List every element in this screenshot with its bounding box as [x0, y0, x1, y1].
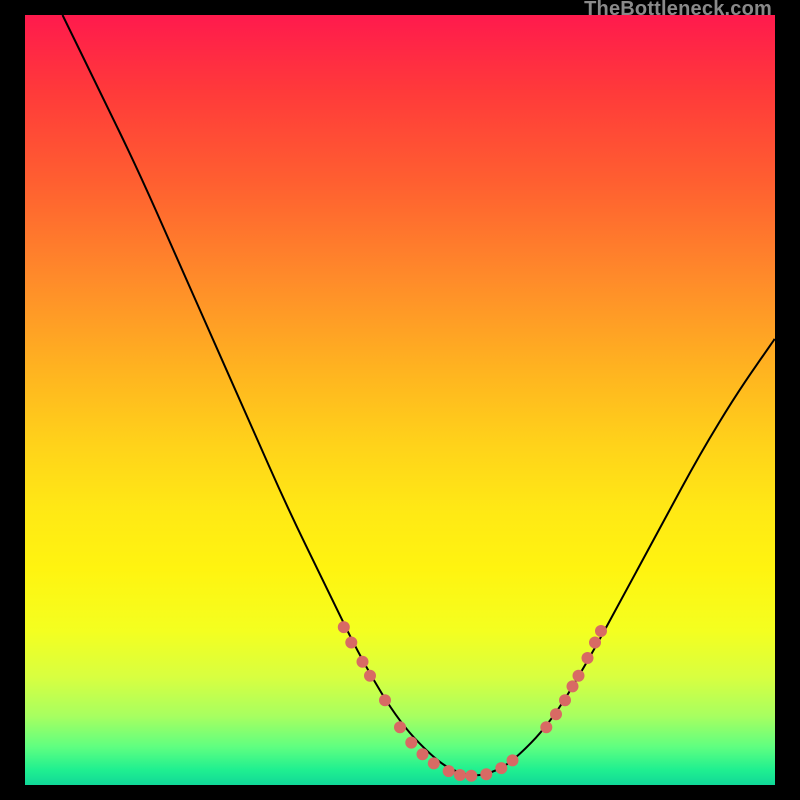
highlight-dot — [582, 652, 594, 664]
highlight-dot — [573, 670, 585, 682]
bottleneck-curve — [63, 15, 776, 775]
highlight-dot — [559, 694, 571, 706]
highlight-dot — [364, 670, 376, 682]
highlight-dot — [567, 680, 579, 692]
highlight-dot — [443, 765, 455, 777]
highlight-dot — [480, 768, 492, 780]
highlight-dot — [405, 737, 417, 749]
highlight-dot — [379, 694, 391, 706]
highlight-dot — [338, 621, 350, 633]
highlight-dot — [540, 721, 552, 733]
highlight-dot — [357, 656, 369, 668]
chart-frame — [25, 15, 775, 785]
highlight-dot — [417, 748, 429, 760]
highlight-dot — [465, 770, 477, 782]
watermark-text: TheBottleneck.com — [584, 0, 772, 21]
chart-overlay — [25, 15, 775, 785]
highlight-dot — [454, 769, 466, 781]
highlight-dot — [507, 754, 519, 766]
highlight-dot — [595, 625, 607, 637]
highlight-dot — [345, 637, 357, 649]
highlight-dot — [394, 721, 406, 733]
highlight-dot — [589, 637, 601, 649]
highlight-dot — [428, 757, 440, 769]
highlight-dot — [495, 762, 507, 774]
highlight-dots — [338, 621, 607, 782]
highlight-dot — [550, 708, 562, 720]
